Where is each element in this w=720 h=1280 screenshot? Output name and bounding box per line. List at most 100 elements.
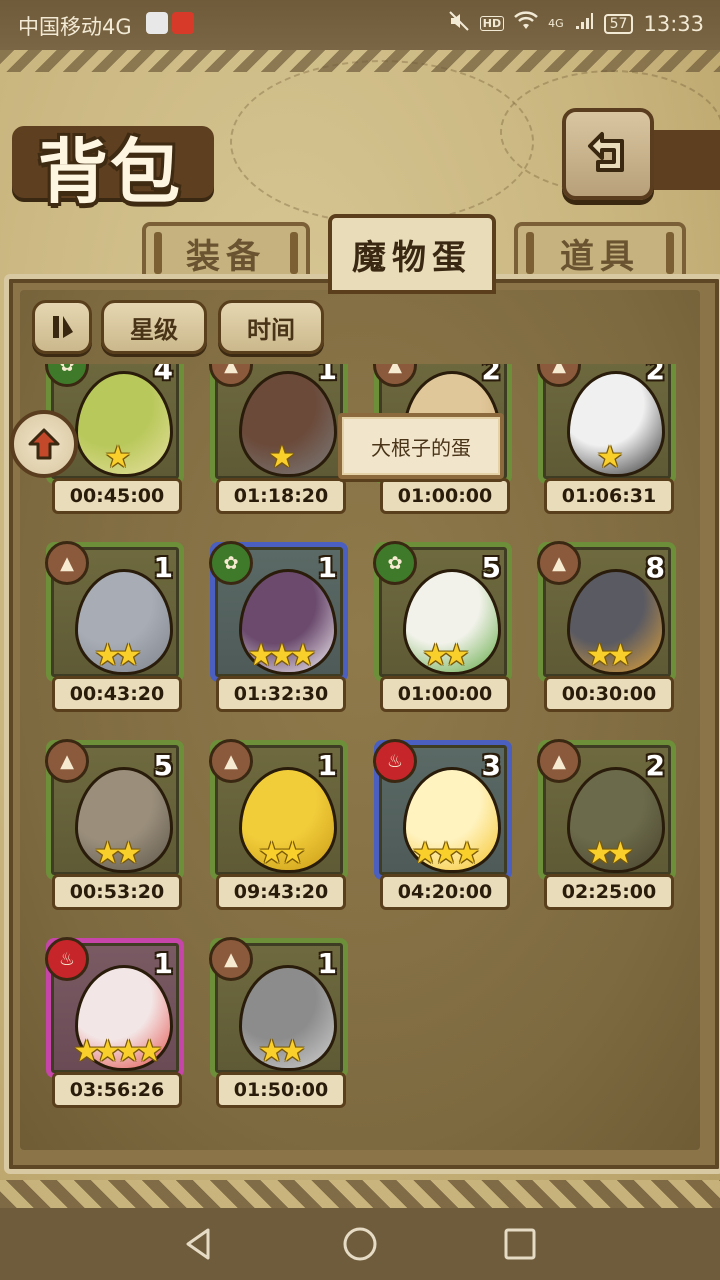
earth-element-icon: ▲: [373, 364, 417, 387]
hatch-timer: 00:45:00: [52, 478, 182, 514]
battery-indicator: 57: [603, 13, 634, 34]
hatch-timer: 00:53:20: [52, 874, 182, 910]
tab-label: 装备: [186, 236, 266, 277]
star-rating: ★★: [94, 638, 142, 673]
hatch-timer: 01:32:30: [216, 676, 346, 712]
egg-slot[interactable]: 2 ★ ▲ 01:06:31: [537, 364, 680, 514]
hatch-timer: 01:00:00: [380, 478, 510, 514]
signal-icon: [574, 11, 594, 36]
sort-toggle-icon: [53, 316, 73, 338]
hatch-timer: 03:56:26: [52, 1072, 182, 1108]
sort-by-star-button[interactable]: 星级: [101, 300, 207, 354]
top-border-decoration: [0, 50, 720, 72]
grass-element-icon: ✿: [373, 541, 417, 585]
tab-pillar: [290, 232, 298, 274]
earth-element-icon: ▲: [537, 364, 581, 387]
hatch-timer: 01:50:00: [216, 1072, 346, 1108]
star-rating: ★★: [94, 836, 142, 871]
egg-grid: 4 ★ ✿ 00:45:00 1 ★ ▲ 01:18:20 2 ★ ▲ 01:00:00 2 ★ ▲ 01:0…: [20, 364, 700, 1144]
up-arrow-icon: [28, 428, 60, 460]
grass-element-icon: ✿: [45, 364, 89, 387]
hatch-timer: 00:43:20: [52, 676, 182, 712]
egg-count: 1: [153, 551, 173, 584]
nav-home-icon[interactable]: [342, 1226, 378, 1262]
egg-slot[interactable]: 1 ★★ ▲ 00:43:20: [45, 541, 188, 712]
return-arrow-icon: [588, 132, 624, 172]
egg-card[interactable]: 3 ★★★ ♨: [373, 739, 512, 880]
egg-count: 2: [645, 364, 665, 386]
app-notification-icon: [146, 12, 168, 34]
tab-pillar: [666, 232, 674, 274]
egg-card[interactable]: 1 ★★ ▲: [209, 937, 348, 1078]
earth-element-icon: ▲: [209, 739, 253, 783]
egg-count: 1: [317, 364, 337, 386]
egg-name-tooltip: 大根子的蛋: [338, 413, 504, 479]
star-rating: ★: [596, 440, 624, 475]
sort-order-button[interactable]: [32, 300, 92, 354]
egg-card[interactable]: 1 ★★★★ ♨: [45, 937, 184, 1078]
carrier-label: 中国移动4G: [18, 15, 132, 39]
egg-count: 2: [481, 364, 501, 386]
mute-icon: [448, 10, 470, 37]
scroll-top-button[interactable]: [10, 410, 78, 478]
earth-element-icon: ▲: [209, 364, 253, 387]
news-notification-icon: [172, 12, 194, 34]
network-type-label: 4G: [548, 17, 564, 30]
hatch-timer: 02:25:00: [544, 874, 674, 910]
egg-slot[interactable]: 1 ★ ▲ 01:18:20: [209, 364, 352, 514]
egg-count: 1: [153, 947, 173, 980]
egg-card[interactable]: 1 ★★ ▲: [209, 739, 348, 880]
notification-icons: [146, 12, 194, 34]
egg-slot[interactable]: 5 ★★ ✿ 01:00:00: [373, 541, 516, 712]
star-rating: ★★: [586, 638, 634, 673]
egg-card[interactable]: 5 ★★ ▲: [45, 739, 184, 880]
clock: 13:33: [643, 11, 704, 36]
hatch-timer: 01:06:31: [544, 478, 674, 514]
egg-slot[interactable]: 8 ★★ ▲ 00:30:00: [537, 541, 680, 712]
hatch-timer: 01:18:20: [216, 478, 346, 514]
egg-slot[interactable]: 3 ★★★ ♨ 04:20:00: [373, 739, 516, 910]
hd-badge: HD: [479, 16, 505, 31]
fire-element-icon: ♨: [45, 937, 89, 981]
egg-slot[interactable]: 1 ★★★ ✿ 01:32:30: [209, 541, 352, 712]
egg-count: 1: [317, 947, 337, 980]
nav-recents-icon[interactable]: [502, 1226, 538, 1262]
star-rating: ★★: [586, 836, 634, 871]
bottom-border-decoration: [0, 1180, 720, 1208]
earth-element-icon: ▲: [45, 541, 89, 585]
hatch-timer: 01:00:00: [380, 676, 510, 712]
egg-slot[interactable]: 5 ★★ ▲ 00:53:20: [45, 739, 188, 910]
egg-slot[interactable]: 1 ★★★★ ♨ 03:56:26: [45, 937, 188, 1108]
tab-label: 道具: [560, 236, 640, 277]
egg-card[interactable]: 2 ★★ ▲: [537, 739, 676, 880]
earth-element-icon: ▲: [209, 937, 253, 981]
egg-card[interactable]: 1 ★ ▲: [209, 364, 348, 484]
earth-element-icon: ▲: [537, 541, 581, 585]
wifi-icon: [514, 11, 538, 36]
egg-count: 5: [153, 749, 173, 782]
egg-count: 1: [317, 551, 337, 584]
egg-slot[interactable]: 1 ★★ ▲ 01:50:00: [209, 937, 352, 1108]
egg-slot[interactable]: 2 ★★ ▲ 02:25:00: [537, 739, 680, 910]
tab-pillar: [526, 232, 534, 274]
status-bar: 中国移动4G HD 4G 57 13:33: [0, 0, 720, 50]
egg-card[interactable]: 5 ★★ ✿: [373, 541, 512, 682]
egg-card[interactable]: 1 ★★★ ✿: [209, 541, 348, 682]
star-rating: ★★★: [247, 638, 317, 673]
egg-card[interactable]: 1 ★★ ▲: [45, 541, 184, 682]
egg-count: 1: [317, 749, 337, 782]
star-rating: ★★★: [411, 836, 481, 871]
sort-by-time-button[interactable]: 时间: [218, 300, 324, 354]
egg-card[interactable]: 8 ★★ ▲: [537, 541, 676, 682]
egg-count: 4: [153, 364, 173, 386]
egg-card[interactable]: 2 ★ ▲: [537, 364, 676, 484]
egg-count: 3: [481, 749, 501, 782]
egg-slot[interactable]: 1 ★★ ▲ 09:43:20: [209, 739, 352, 910]
tab-monster-eggs[interactable]: 魔物蛋: [328, 214, 496, 294]
hatch-timer: 04:20:00: [380, 874, 510, 910]
back-button[interactable]: [562, 108, 654, 200]
system-nav-bar: [0, 1208, 720, 1280]
earth-element-icon: ▲: [45, 739, 89, 783]
nav-back-icon[interactable]: [180, 1226, 216, 1262]
star-rating: ★★★★: [73, 1034, 163, 1069]
